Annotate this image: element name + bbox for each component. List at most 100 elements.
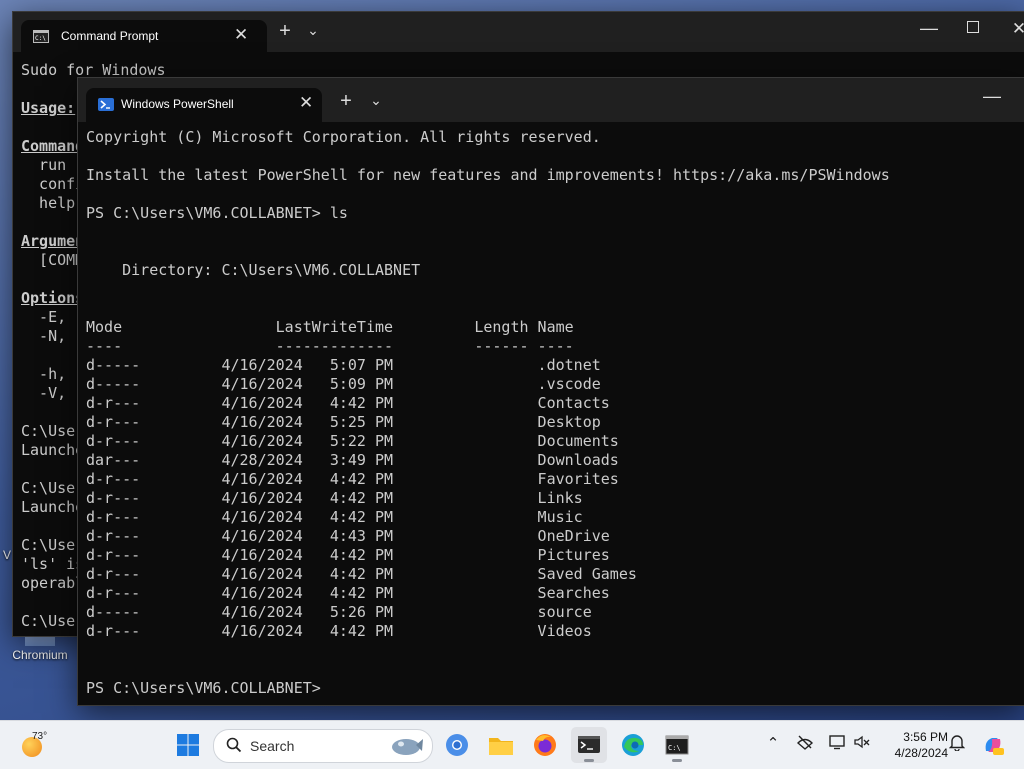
ps-line xyxy=(86,185,1024,204)
tab-windows-powershell[interactable]: Windows PowerShell ✕ xyxy=(86,88,322,122)
new-tab-button[interactable]: + xyxy=(273,20,297,43)
ps-line: d-r--- 4/16/2024 4:42 PM Music xyxy=(86,508,1024,527)
weather-widget[interactable]: 73° xyxy=(18,729,68,761)
cmd-icon: C:\ xyxy=(665,735,689,755)
ps-line-text: d----- 4/16/2024 5:09 PM .vscode xyxy=(86,375,601,393)
windows-logo-icon xyxy=(177,734,199,756)
search-label: Search xyxy=(250,738,295,754)
new-tab-button[interactable]: + xyxy=(334,90,358,113)
cmd-icon: C:\ xyxy=(33,30,49,43)
firefox-icon xyxy=(534,734,556,756)
ps-line: Directory: C:\Users\VM6.COLLABNET xyxy=(86,261,1024,280)
ps-line-text: d-r--- 4/16/2024 4:42 PM Saved Games xyxy=(86,565,637,583)
ps-line: dar--- 4/28/2024 3:49 PM Downloads xyxy=(86,451,1024,470)
volume-muted-icon[interactable] xyxy=(851,733,873,755)
ps-line-text: d-r--- 4/16/2024 4:42 PM Favorites xyxy=(86,470,619,488)
ps-line-text: d-r--- 4/16/2024 4:42 PM Videos xyxy=(86,622,592,640)
ps-line: d-r--- 4/16/2024 4:43 PM OneDrive xyxy=(86,527,1024,546)
ps-line xyxy=(86,280,1024,299)
maximize-icon xyxy=(967,21,979,33)
taskbar-firefox[interactable] xyxy=(527,727,563,763)
ps-line-text: d-r--- 4/16/2024 5:22 PM Documents xyxy=(86,432,619,450)
ps-line-text: d-r--- 4/16/2024 4:43 PM OneDrive xyxy=(86,527,610,545)
ps-line: Copyright (C) Microsoft Corporation. All… xyxy=(86,128,1024,147)
taskbar-file-explorer[interactable] xyxy=(483,727,519,763)
taskbar-terminal[interactable] xyxy=(571,727,607,763)
system-clock[interactable]: 3:56 PM 4/28/2024 xyxy=(880,729,948,761)
ps-line-text: PS C:\Users\VM6.COLLABNET> xyxy=(86,679,330,697)
ps-line-text: ---- ------------- ------ ---- xyxy=(86,337,574,355)
close-tab-icon[interactable]: ✕ xyxy=(234,25,248,45)
powershell-icon xyxy=(98,98,114,111)
chevron-down-icon[interactable]: ⌄ xyxy=(304,22,322,39)
copilot-icon[interactable] xyxy=(980,733,1006,755)
close-tab-icon[interactable]: ✕ xyxy=(299,93,313,113)
ps-line: d-r--- 4/16/2024 4:42 PM Pictures xyxy=(86,546,1024,565)
notification-bell-icon[interactable] xyxy=(946,733,968,755)
ps-line: d----- 4/16/2024 5:09 PM .vscode xyxy=(86,375,1024,394)
ps-line: ---- ------------- ------ ---- xyxy=(86,337,1024,356)
ps-line xyxy=(86,299,1024,318)
ps-line: d-r--- 4/16/2024 4:42 PM Videos xyxy=(86,622,1024,641)
ps-line-text: d-r--- 4/16/2024 4:42 PM Pictures xyxy=(86,546,610,564)
taskbar: 73° Search C:\ ⌃ 3:56 PM 4/28/2024 xyxy=(0,720,1024,769)
taskbar-chrome[interactable] xyxy=(439,727,475,763)
taskbar-edge[interactable] xyxy=(615,727,651,763)
ps-titlebar[interactable]: Windows PowerShell ✕ + ⌄ — xyxy=(78,78,1024,122)
ps-line-text: d-r--- 4/16/2024 4:42 PM Music xyxy=(86,508,583,526)
desktop-partial-label: V xyxy=(3,548,12,562)
ps-line: d-r--- 4/16/2024 5:22 PM Documents xyxy=(86,432,1024,451)
ps-line xyxy=(86,242,1024,261)
maximize-button[interactable] xyxy=(961,20,985,38)
chevron-down-icon[interactable]: ⌄ xyxy=(367,92,385,109)
ps-line-text: d----- 4/16/2024 5:07 PM .dotnet xyxy=(86,356,601,374)
ps-line: d----- 4/16/2024 5:26 PM source xyxy=(86,603,1024,622)
cmd-titlebar[interactable]: C:\ Command Prompt ✕ + ⌄ — ✕ xyxy=(13,12,1024,54)
ps-line xyxy=(86,223,1024,242)
ps-line-text: d-r--- 4/16/2024 4:42 PM Contacts xyxy=(86,394,610,412)
display-icon[interactable] xyxy=(826,733,848,755)
chevron-up-icon[interactable]: ⌃ xyxy=(762,733,784,755)
terminal-icon xyxy=(578,736,600,753)
ps-line xyxy=(86,660,1024,679)
minimize-button[interactable]: — xyxy=(980,86,1004,107)
ps-line-text: Install the latest PowerShell for new fe… xyxy=(86,166,890,184)
tab-title: Command Prompt xyxy=(61,29,159,43)
ps-line: d-r--- 4/16/2024 4:42 PM Favorites xyxy=(86,470,1024,489)
minimize-button[interactable]: — xyxy=(917,18,941,39)
edge-icon xyxy=(622,734,644,756)
ps-line-text: d-r--- 4/16/2024 4:42 PM Links xyxy=(86,489,583,507)
ps-line: d-r--- 4/16/2024 4:42 PM Saved Games xyxy=(86,565,1024,584)
ps-prompt-line: PS C:\Users\VM6.COLLABNET> xyxy=(86,679,1024,698)
ps-line xyxy=(86,147,1024,166)
ps-line: d-r--- 4/16/2024 5:25 PM Desktop xyxy=(86,413,1024,432)
ps-line-text: Mode LastWriteTime Length Name xyxy=(86,318,574,336)
ps-line: PS C:\Users\VM6.COLLABNET> ls xyxy=(86,204,1024,223)
desktop-icon-chromium[interactable]: Chromium xyxy=(6,632,74,662)
start-button[interactable] xyxy=(170,727,206,763)
tab-title: Windows PowerShell xyxy=(121,97,234,111)
ps-line-text: d-r--- 4/16/2024 5:25 PM Desktop xyxy=(86,413,601,431)
ps-line: d----- 4/16/2024 5:07 PM .dotnet xyxy=(86,356,1024,375)
powershell-window[interactable]: Windows PowerShell ✕ + ⌄ — Copyright (C)… xyxy=(78,78,1024,705)
folder-icon xyxy=(489,738,513,755)
ps-terminal-output[interactable]: Copyright (C) Microsoft Corporation. All… xyxy=(78,122,1024,705)
svg-text:C:\: C:\ xyxy=(35,35,46,42)
weather-temp: 73° xyxy=(32,731,48,742)
ps-line: d-r--- 4/16/2024 4:42 PM Searches xyxy=(86,584,1024,603)
chromium-icon xyxy=(446,734,468,756)
close-window-button[interactable]: ✕ xyxy=(1007,19,1024,39)
ps-line xyxy=(86,641,1024,660)
taskbar-search-box[interactable]: Search xyxy=(213,729,433,763)
clock-date: 4/28/2024 xyxy=(894,746,948,760)
ps-line-text: dar--- 4/28/2024 3:49 PM Downloads xyxy=(86,451,619,469)
search-highlight-icon xyxy=(392,739,423,755)
ps-line: Install the latest PowerShell for new fe… xyxy=(86,166,1024,185)
tab-command-prompt[interactable]: C:\ Command Prompt ✕ xyxy=(21,20,267,54)
network-offline-icon[interactable] xyxy=(794,733,816,755)
ps-line: Mode LastWriteTime Length Name xyxy=(86,318,1024,337)
taskbar-command-prompt[interactable]: C:\ xyxy=(659,727,695,763)
ps-line-text: PS C:\Users\VM6.COLLABNET> ls xyxy=(86,204,348,222)
search-icon xyxy=(226,737,242,753)
ps-line: d-r--- 4/16/2024 4:42 PM Contacts xyxy=(86,394,1024,413)
